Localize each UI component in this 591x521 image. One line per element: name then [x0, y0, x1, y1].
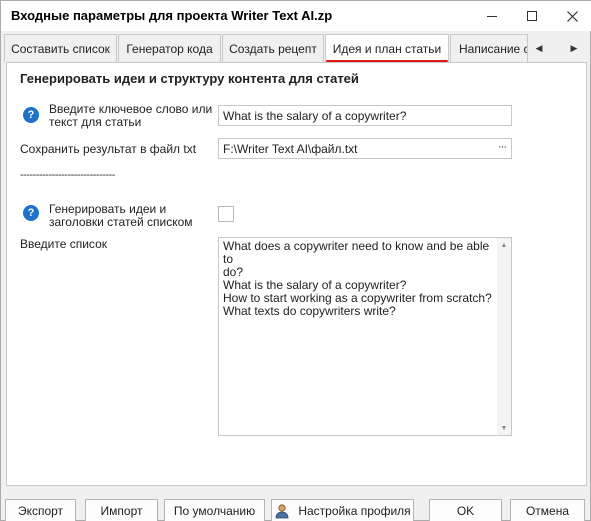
keyword-label: Введите ключевое слово или текст для ста… — [49, 102, 213, 129]
list-scrollbar[interactable]: ▲ ▼ — [497, 238, 511, 435]
window-title: Входные параметры для проекта Writer Tex… — [11, 8, 333, 23]
tab-bar: Составить список Генератор кода Создать … — [1, 34, 591, 63]
keyword-input[interactable]: What is the salary of a copywriter? — [218, 105, 512, 126]
list-label: Введите список — [20, 237, 107, 251]
defaults-button[interactable]: По умолчанию — [164, 499, 265, 521]
cancel-button[interactable]: Отмена — [510, 499, 585, 521]
dialog-window: Входные параметры для проекта Writer Tex… — [0, 0, 591, 521]
user-profile-icon — [274, 503, 290, 519]
profile-settings-button[interactable]: Настройка профиля — [271, 499, 414, 521]
import-button[interactable]: Импорт — [85, 499, 158, 521]
tab-content-panel: Генерировать идеи и структуру контента д… — [6, 62, 587, 486]
close-button[interactable] — [549, 1, 591, 31]
list-line: What texts do copywriters write? — [223, 304, 396, 318]
title-bar: Входные параметры для проекта Writer Tex… — [1, 1, 591, 31]
triangle-right-icon: ▶ — [570, 42, 578, 53]
save-file-label: Сохранить результат в файл txt — [20, 142, 197, 156]
scroll-up-icon[interactable]: ▲ — [497, 239, 511, 251]
browse-file-button[interactable]: ··· — [498, 141, 507, 153]
panel-heading: Генерировать идеи и структуру контента д… — [20, 71, 359, 86]
triangle-left-icon: ◀ — [535, 42, 543, 53]
help-icon[interactable]: ? — [23, 205, 39, 221]
minimize-icon — [487, 15, 497, 17]
maximize-icon — [527, 11, 537, 21]
generate-list-label: Генерировать идеи и заголовки статей спи… — [49, 202, 193, 229]
save-file-path-input[interactable]: F:\Writer Text AI\файл.txt — [218, 138, 512, 159]
tab-article-idea-plan[interactable]: Идея и план статьи — [325, 34, 449, 63]
scroll-down-icon[interactable]: ▼ — [497, 422, 511, 434]
tab-compose-list[interactable]: Составить список — [4, 34, 117, 62]
generate-list-checkbox[interactable] — [218, 206, 234, 222]
tab-scroll-right-button[interactable]: ▶ — [563, 34, 585, 62]
list-line: What does a copywriter need to know and … — [223, 239, 490, 266]
list-textarea[interactable]: What does a copywriter need to know and … — [218, 237, 512, 436]
export-button[interactable]: Экспорт — [5, 499, 76, 521]
tab-code-generator[interactable]: Генератор кода — [118, 34, 221, 62]
tab-create-recipe[interactable]: Создать рецепт — [222, 34, 324, 62]
help-icon[interactable]: ? — [23, 107, 39, 123]
close-icon — [566, 10, 578, 22]
separator-dashes: ------------------------------ — [20, 169, 115, 181]
tab-article-writing[interactable]: Написание ст — [450, 34, 528, 62]
ok-button[interactable]: OK — [429, 499, 502, 521]
profile-settings-label: Настройка профиля — [298, 504, 411, 518]
tab-scroll-left-button[interactable]: ◀ — [528, 34, 550, 62]
